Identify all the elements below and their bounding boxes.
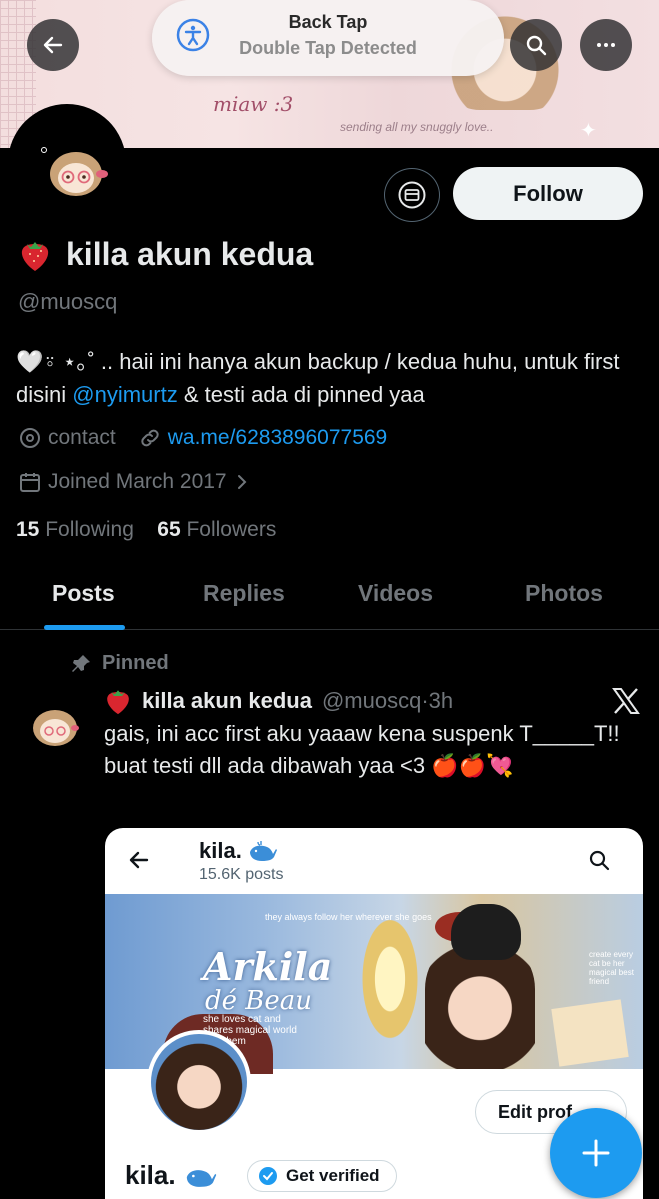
banner-small-top: they always follow her wherever she goes — [265, 912, 432, 922]
calendar-icon — [20, 473, 40, 492]
strawberry-icon — [107, 690, 129, 715]
arrow-left-icon — [129, 851, 149, 869]
pinned-label: Pinned — [102, 652, 169, 674]
profile-joined: Joined March 2017 — [48, 470, 227, 493]
search-icon — [526, 35, 547, 56]
post-author-handle: @muoscq·3h — [321, 688, 454, 713]
tab-replies[interactable]: Replies — [203, 580, 285, 607]
post-author-name[interactable]: killa akun kedua — [142, 688, 312, 714]
banner-cat — [451, 904, 521, 960]
bio-text-suffix: & testi ada di pinned yaa — [177, 382, 425, 407]
profile-meta-row: contact wa.me/6283896077569 — [18, 426, 387, 450]
back-tap-toast: Back Tap Double Tap Detected — [152, 0, 504, 76]
profile-name: killa akun kedua — [66, 236, 314, 272]
banner-title: Arkila — [203, 944, 333, 989]
post-author-avatar[interactable] — [28, 700, 82, 754]
post-header: killa akun kedua @muoscq·3h — [104, 686, 453, 716]
tab-photos[interactable]: Photos — [525, 580, 603, 607]
sparkle-icon: ✦ — [580, 120, 597, 142]
back-button[interactable] — [27, 19, 79, 71]
embedded-avatar — [147, 1030, 251, 1134]
toast-title: Back Tap — [288, 12, 368, 32]
profile-handle: @muoscq — [18, 289, 118, 314]
profile-bio: 🤍⍤ ⋆｡˚ .. haii ini hanya akun backup / k… — [16, 345, 646, 411]
arrow-left-icon — [43, 36, 63, 54]
active-tab-indicator — [44, 625, 125, 630]
pinned-label-row: Pinned — [70, 652, 169, 675]
banner-note — [551, 999, 629, 1067]
more-dots-icon — [597, 43, 615, 47]
verified-badge-icon — [259, 1167, 277, 1185]
strawberry-icon — [21, 241, 49, 271]
search-icon — [589, 850, 610, 871]
avatar-illustration — [41, 147, 108, 196]
tab-posts[interactable]: Posts — [52, 580, 115, 607]
tab-videos[interactable]: Videos — [358, 580, 433, 607]
banner-sending-text: sending all my snuggly love.. — [340, 120, 494, 134]
bio-mention-link[interactable]: @nyimurtz — [72, 382, 177, 407]
x-logo-icon — [612, 688, 640, 714]
following-stat[interactable]: 15 Following — [16, 518, 134, 541]
embedded-post-count: 15.6K posts — [199, 866, 284, 883]
profile-name-row: killa akun kedua — [18, 236, 313, 273]
banner-swirl — [355, 904, 425, 1054]
plus-icon — [582, 1139, 610, 1167]
embedded-name: kila. — [199, 838, 278, 864]
banner-small-right: create every cat be her magical best fri… — [589, 950, 634, 986]
profile-location: contact — [48, 426, 116, 449]
banner-subtitle: dé Beau — [205, 986, 313, 1016]
search-button[interactable] — [510, 19, 562, 71]
message-button[interactable] — [384, 168, 440, 222]
get-verified-badge: Get verified — [247, 1160, 397, 1192]
profile-tabs: Posts Replies Videos Photos — [0, 568, 659, 630]
profile-website-link[interactable]: wa.me/6283896077569 — [168, 426, 388, 450]
profile-joined-row[interactable]: Joined March 2017 — [18, 470, 251, 494]
pin-icon — [72, 654, 90, 672]
followers-stat[interactable]: 65 Followers — [157, 518, 276, 541]
banner-miaw-text: miaw :3 — [213, 92, 294, 116]
location-pin-icon — [20, 428, 40, 448]
chevron-right-icon — [237, 475, 247, 489]
more-button[interactable] — [580, 19, 632, 71]
toast-subtitle: Double Tap Detected — [239, 38, 417, 58]
link-icon — [141, 429, 159, 447]
envelope-icon — [398, 181, 426, 209]
compose-button[interactable] — [550, 1108, 642, 1198]
profile-stats: 15 Following 65 Followers — [16, 518, 276, 542]
whale-icon — [249, 841, 277, 861]
embedded-profile-name: kila. — [125, 1160, 218, 1191]
whale-icon — [186, 1169, 216, 1187]
post-text: gais, ini acc first aku yaaaw kena suspe… — [104, 721, 620, 778]
follow-button[interactable]: Follow — [453, 167, 643, 220]
profile-avatar[interactable] — [8, 104, 126, 222]
